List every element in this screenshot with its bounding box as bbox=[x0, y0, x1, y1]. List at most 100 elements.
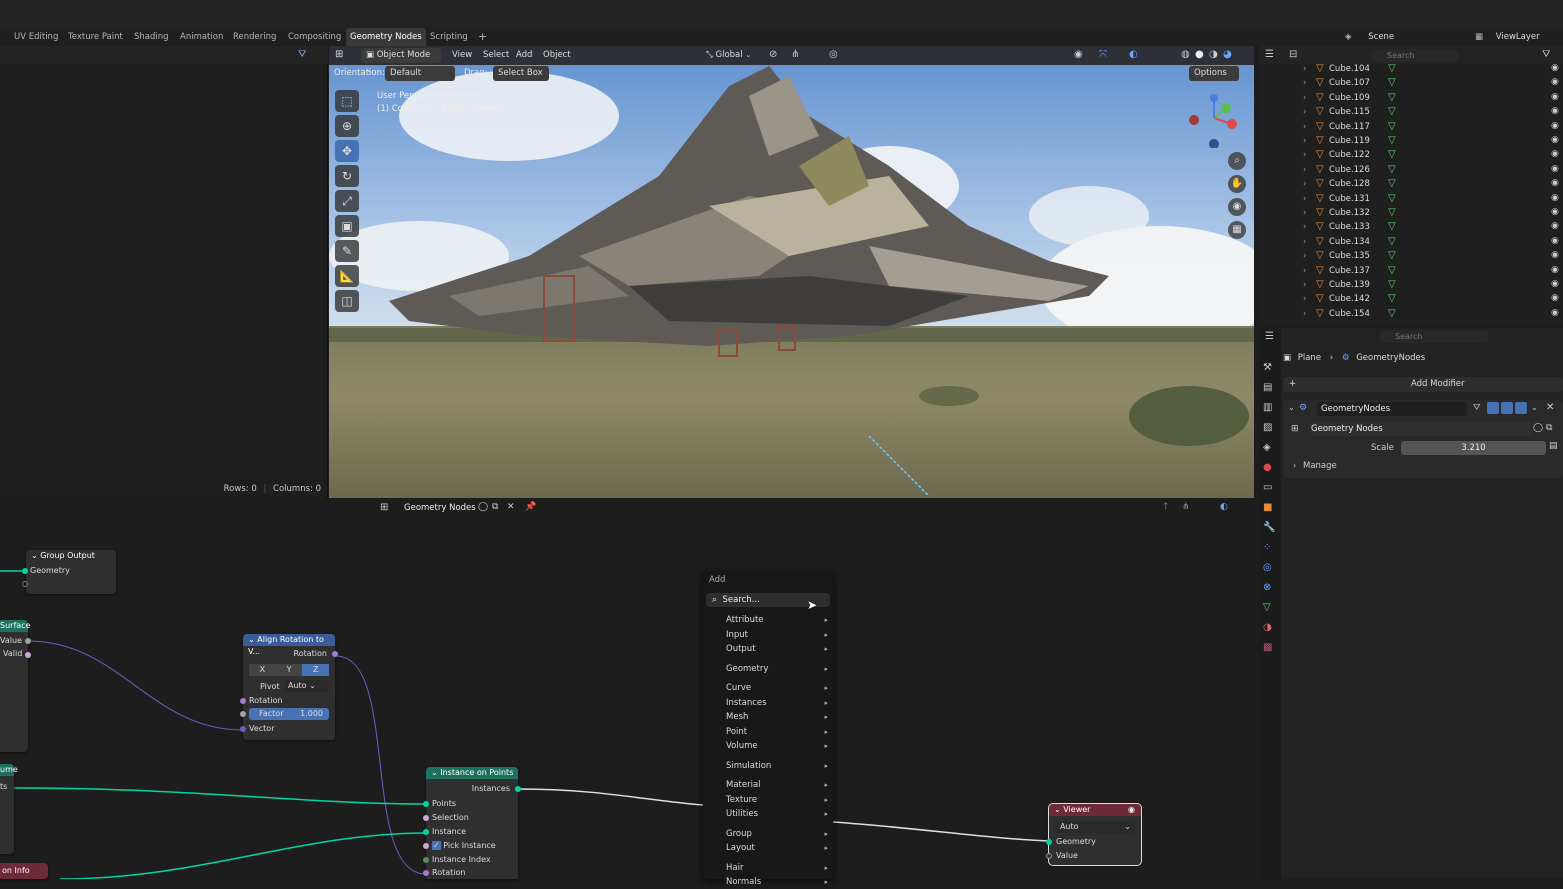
eye-icon[interactable]: ◉ bbox=[1551, 308, 1559, 318]
parent-node-icon[interactable]: ↑ bbox=[1162, 502, 1170, 512]
expand-chevron-icon[interactable]: › bbox=[1303, 266, 1306, 276]
pivot-select[interactable]: Auto ⌄ bbox=[285, 680, 329, 692]
move-tool-icon[interactable]: ✥ bbox=[335, 140, 359, 162]
outliner-item[interactable]: › ▽ Cube.131 ▽ ◉ bbox=[1259, 193, 1563, 207]
eye-icon[interactable]: ◉ bbox=[1128, 804, 1135, 816]
expand-chevron-icon[interactable]: › bbox=[1303, 222, 1306, 232]
value-socket[interactable] bbox=[1046, 853, 1052, 859]
vector-socket[interactable] bbox=[240, 726, 246, 732]
display-mode-icon[interactable]: ⊟ bbox=[1289, 49, 1297, 60]
expand-chevron-icon[interactable]: › bbox=[1303, 280, 1306, 290]
rotation-input-socket[interactable] bbox=[240, 698, 246, 704]
geometry-socket[interactable] bbox=[1046, 839, 1052, 845]
checkbox-checked-icon[interactable]: ✓ bbox=[432, 841, 441, 850]
gizmo-icon[interactable]: ⤧ bbox=[1099, 49, 1107, 60]
render-tab-icon[interactable]: ▤ bbox=[1263, 378, 1281, 398]
mesh-data-icon[interactable]: ▽ bbox=[1388, 293, 1396, 304]
outliner-item[interactable]: › ▽ Cube.142 ▽ ◉ bbox=[1259, 293, 1563, 307]
eye-icon[interactable]: ◉ bbox=[1551, 265, 1559, 275]
node-tree-name[interactable]: Geometry Nodes bbox=[404, 503, 476, 513]
manage-label[interactable]: Manage bbox=[1303, 461, 1337, 471]
node-editor-type-icon[interactable]: ⊞ bbox=[380, 502, 388, 513]
material-shading-icon[interactable]: ◑ bbox=[1209, 49, 1218, 60]
properties-search-input[interactable]: Search bbox=[1379, 330, 1489, 343]
snap-icon[interactable]: ⋔ bbox=[791, 49, 799, 60]
mesh-data-icon[interactable]: ▽ bbox=[1388, 106, 1396, 117]
world-tab-icon[interactable]: ● bbox=[1263, 458, 1281, 478]
material-tab-icon[interactable]: ◑ bbox=[1263, 618, 1281, 638]
expand-chevron-icon[interactable]: › bbox=[1303, 194, 1306, 204]
3d-viewport[interactable]: ⊞ ▣ Object Mode ⌄ View Select Add Object… bbox=[329, 46, 1254, 498]
menu-item-simulation[interactable]: Simulation ▸ bbox=[726, 759, 828, 773]
select-tool-icon[interactable]: ⬚ bbox=[335, 90, 359, 112]
options-button[interactable]: Options bbox=[1189, 66, 1239, 81]
menu-item-texture[interactable]: Texture ▸ bbox=[726, 793, 828, 807]
expand-chevron-icon[interactable]: › bbox=[1303, 136, 1306, 146]
instance-socket[interactable] bbox=[423, 829, 429, 835]
viewport-toggle-icon[interactable] bbox=[1501, 402, 1513, 414]
duplicate-icon[interactable]: ⧉ bbox=[1546, 423, 1552, 433]
modifier-menu-chevron-icon[interactable]: ⌄ bbox=[1531, 403, 1538, 412]
eye-icon[interactable]: ◉ bbox=[1551, 178, 1559, 188]
object-menu[interactable]: Object bbox=[538, 48, 576, 63]
eye-icon[interactable]: ◉ bbox=[1551, 236, 1559, 246]
properties-editor-icon[interactable]: ☰ bbox=[1265, 331, 1274, 342]
orientation-select[interactable]: Default bbox=[385, 66, 455, 81]
eye-icon[interactable]: ◉ bbox=[1551, 77, 1559, 87]
zoom-icon[interactable]: ⌕ bbox=[1228, 152, 1246, 170]
factor-slider[interactable]: Factor 1.000 bbox=[249, 708, 329, 720]
overlay-icon[interactable]: ◐ bbox=[1220, 502, 1228, 512]
tab-animation[interactable]: Animation bbox=[176, 28, 227, 46]
instance-on-points-node[interactable]: ⌄ Instance on Points Instances Points Se… bbox=[423, 767, 521, 879]
expand-chevron-icon[interactable]: › bbox=[1303, 64, 1306, 74]
mesh-data-icon[interactable]: ▽ bbox=[1388, 92, 1396, 103]
visibility-icon[interactable]: ◉ bbox=[1074, 49, 1083, 60]
expand-chevron-icon[interactable]: › bbox=[1303, 179, 1306, 189]
outliner-item[interactable]: › ▽ Cube.104 ▽ ◉ bbox=[1259, 63, 1563, 77]
data-tab-icon[interactable]: ▽ bbox=[1263, 598, 1281, 618]
outliner-item[interactable]: › ▽ Cube.119 ▽ ◉ bbox=[1259, 135, 1563, 149]
menu-item-point[interactable]: Point ▸ bbox=[726, 725, 828, 739]
node-editor[interactable]: ⊞ Geometry Nodes ◯ ⧉ ✕ 📌 ↑ ⋔ ◐ ⌄ Group O… bbox=[0, 498, 1252, 879]
factor-socket[interactable] bbox=[240, 711, 246, 717]
select-menu[interactable]: Select bbox=[478, 48, 514, 63]
menu-item-mesh[interactable]: Mesh ▸ bbox=[726, 710, 828, 724]
pin-icon[interactable]: 📌 bbox=[525, 502, 536, 512]
menu-item-curve[interactable]: Curve ▸ bbox=[726, 681, 828, 695]
outliner-item[interactable]: › ▽ Cube.122 ▽ ◉ bbox=[1259, 149, 1563, 163]
eye-icon[interactable]: ◉ bbox=[1551, 250, 1559, 260]
outliner-item[interactable]: › ▽ Cube.132 ▽ ◉ bbox=[1259, 207, 1563, 221]
cage-toggle-icon[interactable] bbox=[1487, 402, 1499, 414]
scene-selector[interactable]: ◈ Scene bbox=[1345, 29, 1455, 45]
menu-item-attribute[interactable]: Attribute ▸ bbox=[726, 613, 828, 627]
expand-chevron-icon[interactable]: › bbox=[1303, 294, 1306, 304]
mesh-data-icon[interactable]: ▽ bbox=[1388, 77, 1396, 88]
scene-tab-icon[interactable]: ◈ bbox=[1263, 438, 1281, 458]
mesh-data-icon[interactable]: ▽ bbox=[1388, 164, 1396, 175]
axis-z[interactable]: Z bbox=[302, 664, 330, 676]
menu-item-utilities[interactable]: Utilities ▸ bbox=[726, 807, 828, 821]
overlay-icon[interactable]: ◐ bbox=[1129, 49, 1138, 60]
outliner-item[interactable]: › ▽ Cube.126 ▽ ◉ bbox=[1259, 164, 1563, 178]
mesh-data-icon[interactable]: ▽ bbox=[1388, 121, 1396, 132]
transform-orientation[interactable]: ⤡ Global ⌄ bbox=[701, 48, 756, 63]
object-info-node[interactable]: on Info bbox=[0, 863, 48, 879]
outliner-item[interactable]: › ▽ Cube.137 ▽ ◉ bbox=[1259, 265, 1563, 279]
navigation-gizmo[interactable] bbox=[1184, 88, 1244, 148]
menu-item-input[interactable]: Input ▸ bbox=[726, 628, 828, 642]
expand-chevron-icon[interactable]: › bbox=[1303, 150, 1306, 160]
menu-item-geometry[interactable]: Geometry ▸ bbox=[726, 662, 828, 676]
collapse-chevron-icon[interactable]: ⌄ bbox=[1288, 403, 1295, 412]
filter-icon[interactable]: ⛛ bbox=[1542, 49, 1550, 60]
annotate-tool-icon[interactable]: ✎ bbox=[335, 240, 359, 262]
partial-node[interactable]: ume ts bbox=[0, 764, 18, 854]
proportional-edit-icon[interactable]: ◎ bbox=[829, 49, 838, 60]
tab-shading[interactable]: Shading bbox=[130, 28, 173, 46]
measure-tool-icon[interactable]: 📐 bbox=[335, 265, 359, 287]
mesh-data-icon[interactable]: ▽ bbox=[1388, 236, 1396, 247]
mesh-data-icon[interactable]: ▽ bbox=[1388, 279, 1396, 290]
particles-tab-icon[interactable]: ⁘ bbox=[1263, 538, 1281, 558]
eye-icon[interactable]: ◉ bbox=[1551, 92, 1559, 102]
mesh-data-icon[interactable]: ▽ bbox=[1388, 149, 1396, 160]
outliner-editor-icon[interactable]: ☰ bbox=[1265, 49, 1274, 60]
